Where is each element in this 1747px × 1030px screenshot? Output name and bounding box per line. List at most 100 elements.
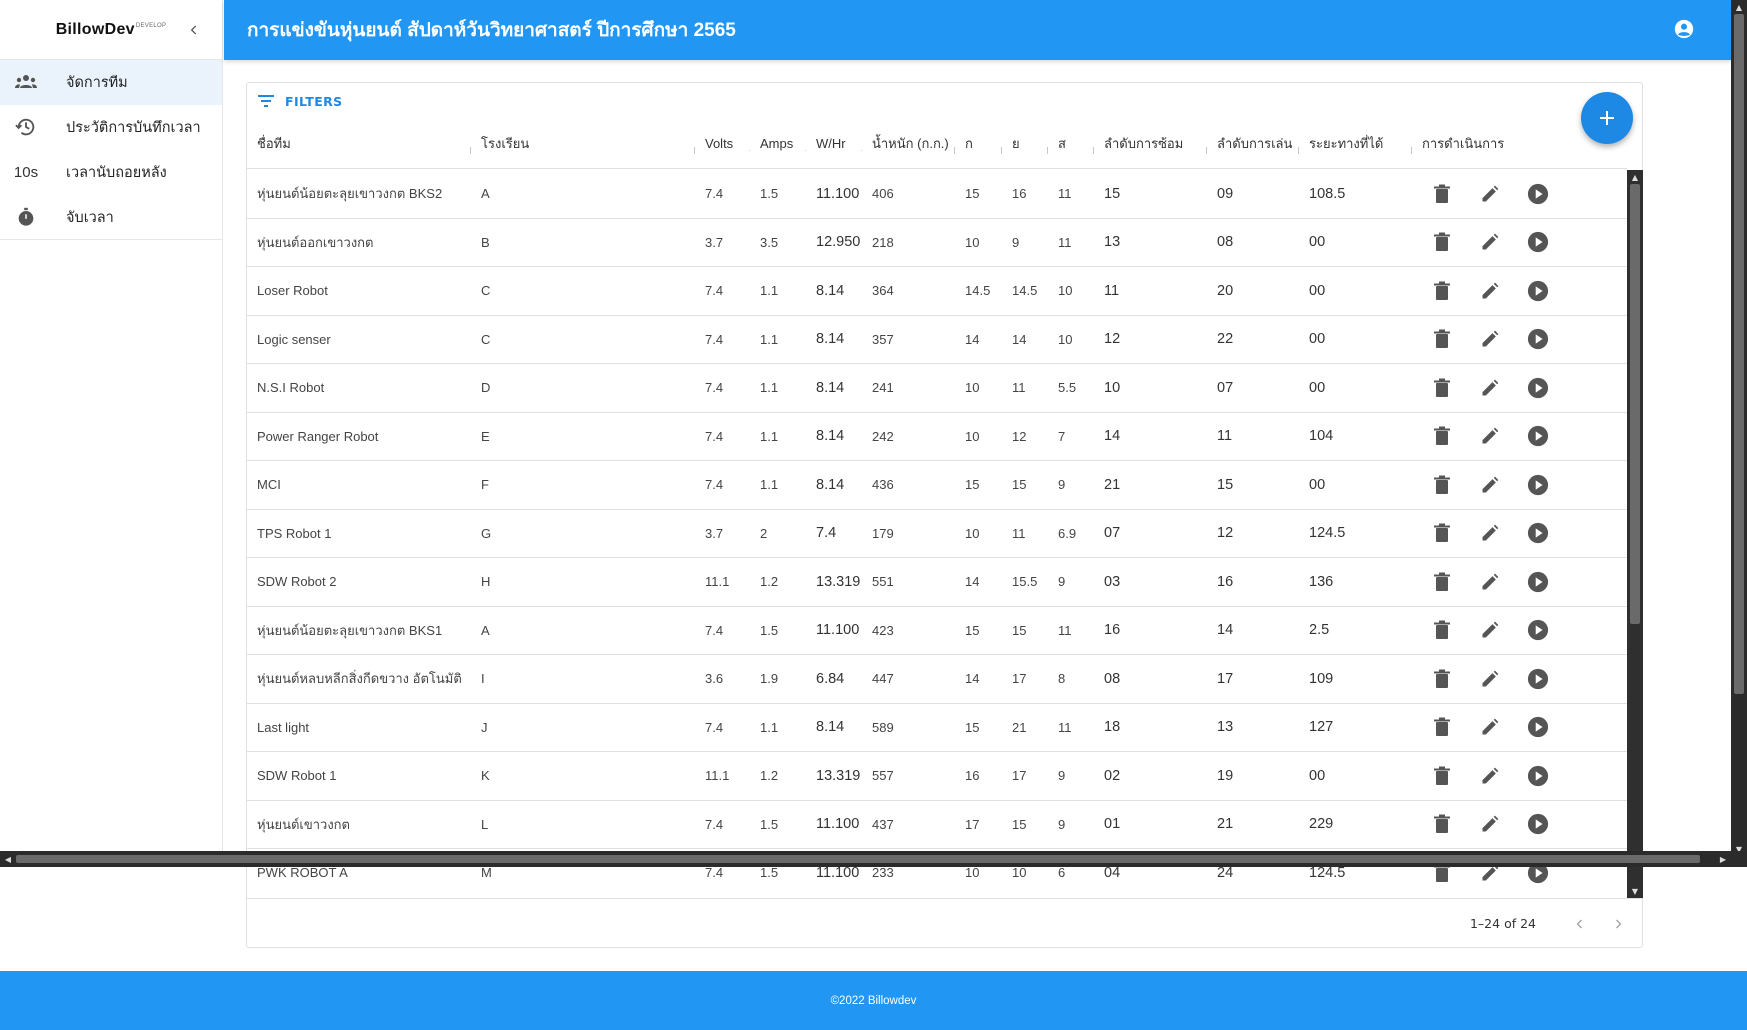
table-row[interactable]: หุ่นยนต์ออกเขาวงกต B 3.7 3.5 12.950 218 10 9 11 1… [247, 219, 1627, 267]
start-button[interactable] [1524, 713, 1552, 741]
window-vertical-scrollbar[interactable]: ▲ ▼ [1731, 0, 1747, 856]
edit-button[interactable] [1476, 568, 1504, 596]
table-row[interactable]: TPS Robot 1 G 3.7 2 7.4 179 10 11 6.9 07 12 124.5 [247, 510, 1627, 558]
delete-button[interactable] [1428, 277, 1456, 305]
chevron-left-icon [1576, 919, 1582, 928]
start-button[interactable] [1524, 471, 1552, 499]
window-scroll-thumb[interactable] [1734, 14, 1744, 694]
sidebar-item-time-history[interactable]: ประวัติการบันทึกเวลา [0, 105, 222, 150]
edit-button[interactable] [1476, 277, 1504, 305]
cell-play-order: 19 [1217, 767, 1234, 784]
next-page-button[interactable] [1604, 910, 1632, 938]
delete-button[interactable] [1428, 374, 1456, 402]
table-scroll-thumb[interactable] [1630, 184, 1640, 624]
column-header-height[interactable]: ส [1048, 133, 1094, 154]
sidebar-item-countdown[interactable]: 10s เวลานับถอยหลัง [0, 150, 222, 195]
column-header-practice-order[interactable]: ลำดับการซ้อม [1094, 133, 1207, 154]
window-hscroll-thumb[interactable] [16, 855, 1700, 863]
start-button[interactable] [1524, 665, 1552, 693]
delete-button[interactable] [1428, 519, 1456, 547]
cell-practice-order: 02 [1104, 767, 1121, 784]
start-button[interactable] [1524, 568, 1552, 596]
table-row[interactable]: หุ่นยนต์หลบหลีกสิ่งกีดขวาง อัตโนมัติ I 3.6… [247, 655, 1627, 704]
start-button[interactable] [1524, 228, 1552, 256]
table-row[interactable]: SDW Robot 2 H 11.1 1.2 13.319 551 14 15.5 9 03 16 1… [247, 558, 1627, 607]
edit-button[interactable] [1476, 422, 1504, 450]
delete-button[interactable] [1428, 616, 1456, 644]
edit-button[interactable] [1476, 374, 1504, 402]
table-row[interactable]: Power Ranger Robot E 7.4 1.1 8.14 242 10 12 7 14 1… [247, 413, 1627, 461]
window-horizontal-scrollbar[interactable]: ◀ ▶ [0, 851, 1731, 867]
edit-button[interactable] [1476, 810, 1504, 838]
delete-button[interactable] [1428, 762, 1456, 790]
table-vertical-scrollbar[interactable]: ▲ ▼ [1627, 170, 1643, 898]
cell-width: 14 [965, 574, 980, 590]
table-row[interactable]: หุ่นยนต์น้อยตะลุยเขาวงกต BKS2 A 7.4 1.5 11.1… [247, 170, 1627, 219]
column-header-team-name[interactable]: ชื่อทีม [247, 133, 471, 154]
edit-button[interactable] [1476, 519, 1504, 547]
cell-amps: 2 [760, 525, 768, 541]
start-button[interactable] [1524, 374, 1552, 402]
start-button[interactable] [1524, 810, 1552, 838]
scroll-up-arrow-icon[interactable]: ▲ [1731, 1, 1747, 13]
account-circle-icon[interactable] [1673, 18, 1695, 40]
collapse-sidebar-button[interactable] [182, 18, 206, 42]
edit-button[interactable] [1476, 471, 1504, 499]
table-row[interactable]: หุ่นยนต์เขาวงกต L 7.4 1.5 11.100 437 17 15 9 01 21… [247, 801, 1627, 849]
add-team-button[interactable] [1581, 92, 1633, 144]
table-row[interactable]: SDW Robot 1 K 11.1 1.2 13.319 557 16 17 9 02 19 00 [247, 752, 1627, 801]
delete-button[interactable] [1428, 471, 1456, 499]
table-row[interactable]: Last light J 7.4 1.1 8.14 589 15 21 11 18 13 127 [247, 704, 1627, 752]
delete-button[interactable] [1428, 665, 1456, 693]
scroll-up-arrow-icon[interactable]: ▲ [1627, 171, 1643, 183]
start-button[interactable] [1524, 180, 1552, 208]
edit-icon [1480, 232, 1500, 252]
edit-button[interactable] [1476, 180, 1504, 208]
start-button[interactable] [1524, 277, 1552, 305]
brand-logo[interactable]: BillowDevDEVELOP [56, 21, 167, 39]
column-header-school[interactable]: โรงเรียน [471, 133, 695, 154]
start-button[interactable] [1524, 422, 1552, 450]
delete-button[interactable] [1428, 568, 1456, 596]
table-row[interactable]: Logic senser C 7.4 1.1 8.14 357 14 14 10 12 22 00 [247, 316, 1627, 364]
edit-button[interactable] [1476, 665, 1504, 693]
table-row[interactable]: หุ่นยนต์น้อยตะลุยเขาวงกต BKS1 A 7.4 1.5 11.1… [247, 607, 1627, 655]
column-header-weight[interactable]: น้ำหนัก (ก.ก.) [862, 133, 955, 154]
scroll-down-arrow-icon[interactable]: ▼ [1627, 885, 1643, 897]
cell-amps: 3.5 [760, 234, 779, 250]
cell-height: 11 [1058, 186, 1072, 202]
edit-button[interactable] [1476, 713, 1504, 741]
start-button[interactable] [1524, 616, 1552, 644]
table-row[interactable]: N.S.I Robot D 7.4 1.1 8.14 241 10 11 5.5 10 07 00 [247, 364, 1627, 413]
cell-practice-order: 18 [1104, 719, 1121, 736]
delete-button[interactable] [1428, 325, 1456, 353]
scroll-left-arrow-icon[interactable]: ◀ [1, 851, 15, 867]
table-row[interactable]: Loser Robot C 7.4 1.1 8.14 364 14.5 14.5 10 11 20 0… [247, 267, 1627, 316]
start-button[interactable] [1524, 519, 1552, 547]
previous-page-button[interactable] [1566, 910, 1594, 938]
delete-button[interactable] [1428, 713, 1456, 741]
delete-button[interactable] [1428, 228, 1456, 256]
column-header-length[interactable]: ย [1002, 133, 1048, 154]
column-header-width[interactable]: ก [955, 133, 1002, 154]
start-button[interactable] [1524, 762, 1552, 790]
edit-button[interactable] [1476, 762, 1504, 790]
column-header-volts[interactable]: Volts [695, 136, 750, 151]
table-row[interactable]: MCI F 7.4 1.1 8.14 436 15 15 9 21 15 00 [247, 461, 1627, 510]
delete-button[interactable] [1428, 810, 1456, 838]
delete-button[interactable] [1428, 422, 1456, 450]
delete-button[interactable] [1428, 180, 1456, 208]
edit-button[interactable] [1476, 228, 1504, 256]
column-header-whr[interactable]: W/Hr [806, 136, 862, 151]
column-header-amps[interactable]: Amps [750, 136, 806, 151]
column-header-distance[interactable]: ระยะทางที่ได้ [1299, 133, 1412, 154]
filters-button[interactable]: FILTERS [257, 94, 343, 109]
start-button[interactable] [1524, 325, 1552, 353]
column-header-play-order[interactable]: ลำดับการเล่น [1207, 133, 1299, 154]
sidebar-item-manage-teams[interactable]: จัดการทีม [0, 60, 222, 105]
scroll-right-arrow-icon[interactable]: ▶ [1716, 851, 1730, 867]
edit-button[interactable] [1476, 325, 1504, 353]
cell-weight: 557 [872, 768, 894, 784]
edit-button[interactable] [1476, 616, 1504, 644]
sidebar-item-stopwatch[interactable]: จับเวลา [0, 195, 222, 240]
